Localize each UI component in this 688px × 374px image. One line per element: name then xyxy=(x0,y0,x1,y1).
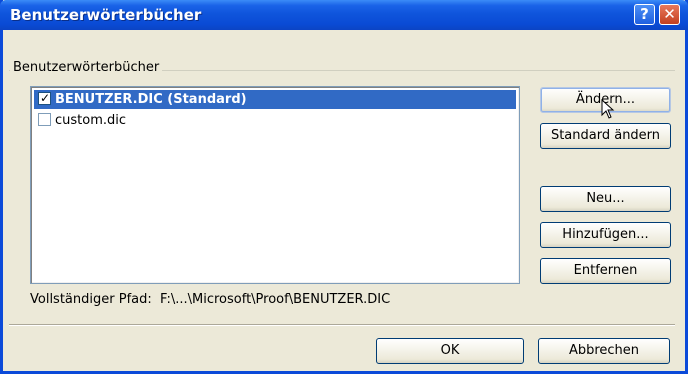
full-path-line: Vollständiger Pfad: F:\...\Microsoft\Pro… xyxy=(30,292,390,307)
add-button[interactable]: Hinzufügen... xyxy=(540,222,671,248)
help-icon: ? xyxy=(640,5,649,23)
full-path-value: F:\...\Microsoft\Proof\BENUTZER.DIC xyxy=(160,292,391,307)
title-bar[interactable]: Benutzerwörterbücher ? ✕ xyxy=(0,0,688,30)
list-item[interactable]: custom.dic xyxy=(34,111,516,130)
list-item-label: BENUTZER.DIC (Standard) xyxy=(55,92,247,107)
checkbox-benutzer[interactable]: ✓ xyxy=(38,91,51,105)
change-default-button[interactable]: Standard ändern xyxy=(540,123,671,149)
close-icon: ✕ xyxy=(663,5,676,23)
ok-button[interactable]: OK xyxy=(376,338,524,364)
groupbox-label: Benutzerwörterbücher xyxy=(10,60,163,75)
list-item[interactable]: ✓ BENUTZER.DIC (Standard) xyxy=(34,90,516,109)
window-title: Benutzerwörterbücher xyxy=(10,6,202,24)
cancel-button[interactable]: Abbrechen xyxy=(538,338,670,364)
new-button[interactable]: Neu... xyxy=(540,186,671,212)
check-icon: ✓ xyxy=(40,91,51,105)
dictionary-listbox[interactable]: ✓ BENUTZER.DIC (Standard) custom.dic xyxy=(30,86,520,284)
remove-button[interactable]: Entfernen xyxy=(540,258,671,284)
help-button[interactable]: ? xyxy=(634,4,655,25)
full-path-label: Vollständiger Pfad: xyxy=(30,292,152,307)
checkbox-custom[interactable] xyxy=(38,113,51,126)
list-item-label: custom.dic xyxy=(55,113,127,128)
close-button[interactable]: ✕ xyxy=(659,4,680,25)
separator xyxy=(9,324,675,326)
mouse-pointer-icon xyxy=(601,99,615,119)
